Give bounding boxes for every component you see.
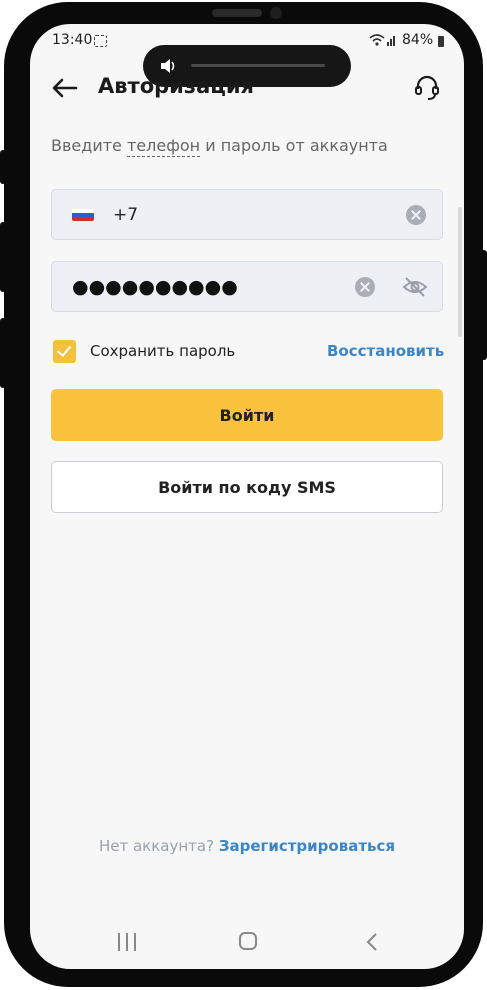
back-arrow-icon[interactable] [50, 76, 80, 100]
home-icon[interactable] [239, 932, 257, 950]
battery-icon [438, 36, 444, 47]
register-link[interactable]: Зарегистрироваться [219, 837, 395, 855]
volume-slider[interactable] [191, 64, 325, 67]
password-field[interactable] [51, 261, 443, 312]
phone-input[interactable] [113, 202, 393, 228]
page-title: Авторизация [98, 74, 255, 98]
clear-password-icon[interactable] [355, 277, 375, 297]
system-nav-bar [30, 924, 464, 964]
recent-apps-icon[interactable] [118, 933, 140, 951]
instruction-text-start: Введите [51, 136, 127, 155]
side-button-top [0, 150, 6, 184]
screen-record-icon [94, 35, 107, 47]
side-button-volume [0, 222, 6, 292]
earpiece-speaker [212, 9, 262, 17]
power-button [481, 250, 487, 360]
restore-password-link[interactable]: Восстановить [327, 342, 444, 360]
volume-icon [161, 59, 175, 73]
scroll-indicator [458, 207, 462, 337]
password-input[interactable] [72, 274, 352, 300]
login-button[interactable]: Войти [51, 389, 443, 441]
phone-frame: 13:40 84% Авторизация Введите телефон и … [4, 2, 483, 987]
phone-field[interactable] [51, 189, 443, 240]
status-time: 13:40 [52, 32, 93, 48]
russia-flag-icon[interactable] [72, 209, 94, 221]
front-camera [270, 7, 282, 19]
support-headset-icon[interactable] [413, 74, 441, 102]
instruction-text-end: и пароль от аккаунта [200, 136, 388, 155]
sms-login-button[interactable]: Войти по коду SMS [51, 461, 443, 513]
wifi-signal-icon [369, 34, 395, 46]
login-instruction: Введите телефон и пароль от аккаунта [51, 136, 388, 157]
no-account-text: Нет аккаунта? [98, 837, 215, 855]
register-prompt: Нет аккаунта? Зарегистрироваться [30, 837, 464, 855]
battery-percent: 84% [402, 32, 434, 48]
nav-back-icon[interactable] [364, 932, 382, 952]
remember-password-label[interactable]: Сохранить пароль [90, 342, 235, 360]
eye-hidden-icon[interactable] [402, 275, 428, 299]
clear-phone-icon[interactable] [406, 205, 426, 225]
phone-hint-term[interactable]: телефон [126, 136, 201, 157]
side-button-lower [0, 318, 6, 388]
remember-password-checkbox[interactable] [53, 340, 76, 363]
app-screen: 13:40 84% Авторизация Введите телефон и … [30, 24, 464, 969]
